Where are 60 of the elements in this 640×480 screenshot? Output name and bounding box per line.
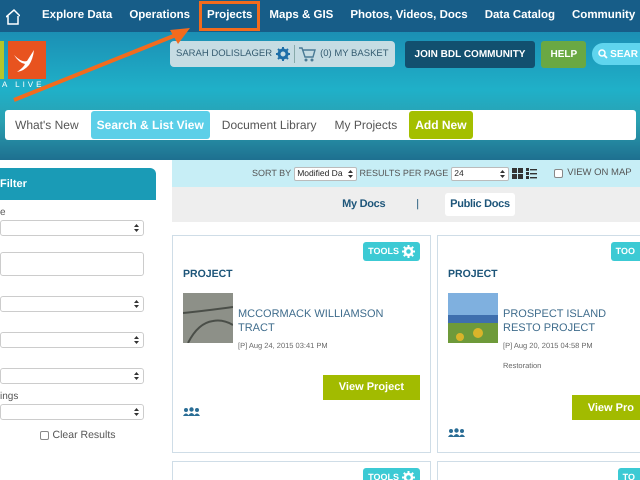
select-value: 24 xyxy=(454,167,464,180)
nav-link[interactable]: Maps & GIS xyxy=(261,1,342,31)
dropdown-arrows-icon xyxy=(133,299,140,309)
select-field[interactable] xyxy=(0,296,144,312)
nav-tab[interactable]: What's New xyxy=(9,111,85,139)
gear-icon xyxy=(402,245,415,258)
doc-tab[interactable]: My Docs xyxy=(337,193,390,216)
nav-link[interactable]: Explore Data xyxy=(34,1,120,31)
sort-label: SORT BY xyxy=(252,166,292,180)
group-icon xyxy=(183,407,200,416)
cart-icon[interactable] xyxy=(299,46,316,62)
results-select[interactable]: 24 xyxy=(451,166,510,180)
filter-header: Filter xyxy=(0,168,156,200)
group-icon xyxy=(448,428,465,437)
field-label: e xyxy=(0,206,7,220)
sort-select[interactable]: Modified Da xyxy=(294,166,357,180)
logo-icon[interactable] xyxy=(0,41,46,79)
checkbox-label: VIEW ON MAP xyxy=(567,166,632,180)
dropdown-arrows-icon xyxy=(346,168,354,178)
list-view-icon[interactable] xyxy=(526,168,538,179)
home-icon[interactable] xyxy=(6,8,20,24)
select-field[interactable] xyxy=(0,220,144,236)
text-field[interactable] xyxy=(0,252,144,276)
dropdown-arrows-icon xyxy=(133,223,140,233)
grid-view-icon[interactable] xyxy=(512,168,524,179)
nav-link[interactable]: Projects xyxy=(199,1,260,31)
select-field[interactable] xyxy=(0,368,144,384)
user-account-bar[interactable]: SARAH DOLISLAGER (0) MY BASKET xyxy=(170,41,395,67)
doc-tab[interactable]: Public Docs xyxy=(445,193,515,216)
project-title[interactable]: PROSPECT ISLAND RESTO PROJECT xyxy=(503,306,635,335)
dropdown-arrows-icon xyxy=(133,371,140,381)
logo-text: A LIVE xyxy=(2,79,44,91)
checkbox[interactable] xyxy=(40,431,50,440)
select-field[interactable] xyxy=(0,404,144,420)
user-name[interactable]: SARAH DOLISLAGER xyxy=(176,46,272,62)
basket-link[interactable]: (0) MY BASKET xyxy=(320,46,389,62)
join-community-button[interactable]: JOIN BDL COMMUNITY xyxy=(404,41,536,68)
field-label: ings xyxy=(0,390,20,404)
nav-link[interactable]: Community xyxy=(564,1,640,31)
dropdown-arrows-icon xyxy=(499,168,506,178)
photo-placeholder xyxy=(183,292,233,343)
dropdown-arrows-icon xyxy=(133,407,140,417)
nav-link[interactable]: Operations xyxy=(121,1,198,31)
select-value: Modified Da xyxy=(297,167,343,180)
checkbox[interactable] xyxy=(554,169,564,178)
card-type: PROJECT xyxy=(183,267,234,282)
select-field[interactable] xyxy=(0,332,144,348)
photo-placeholder xyxy=(448,292,498,343)
settings-icon[interactable] xyxy=(276,47,290,61)
project-title[interactable]: MCCORMACK WILLIAMSON TRACT xyxy=(238,306,420,335)
checkbox-label: Clear Results xyxy=(52,428,116,443)
card-type: PROJECT xyxy=(448,267,499,282)
search-icon xyxy=(598,49,608,59)
nav-link[interactable]: Photos, Videos, Docs xyxy=(342,1,476,31)
nav-tab[interactable]: Document Library xyxy=(216,111,323,139)
nav-link[interactable]: Data Catalog xyxy=(476,1,563,31)
dropdown-arrows-icon xyxy=(133,335,140,345)
results-per-page-label: RESULTS PER PAGE xyxy=(360,166,448,180)
tab-separator: | xyxy=(416,197,420,212)
nav-tab[interactable]: My Projects xyxy=(328,111,404,139)
